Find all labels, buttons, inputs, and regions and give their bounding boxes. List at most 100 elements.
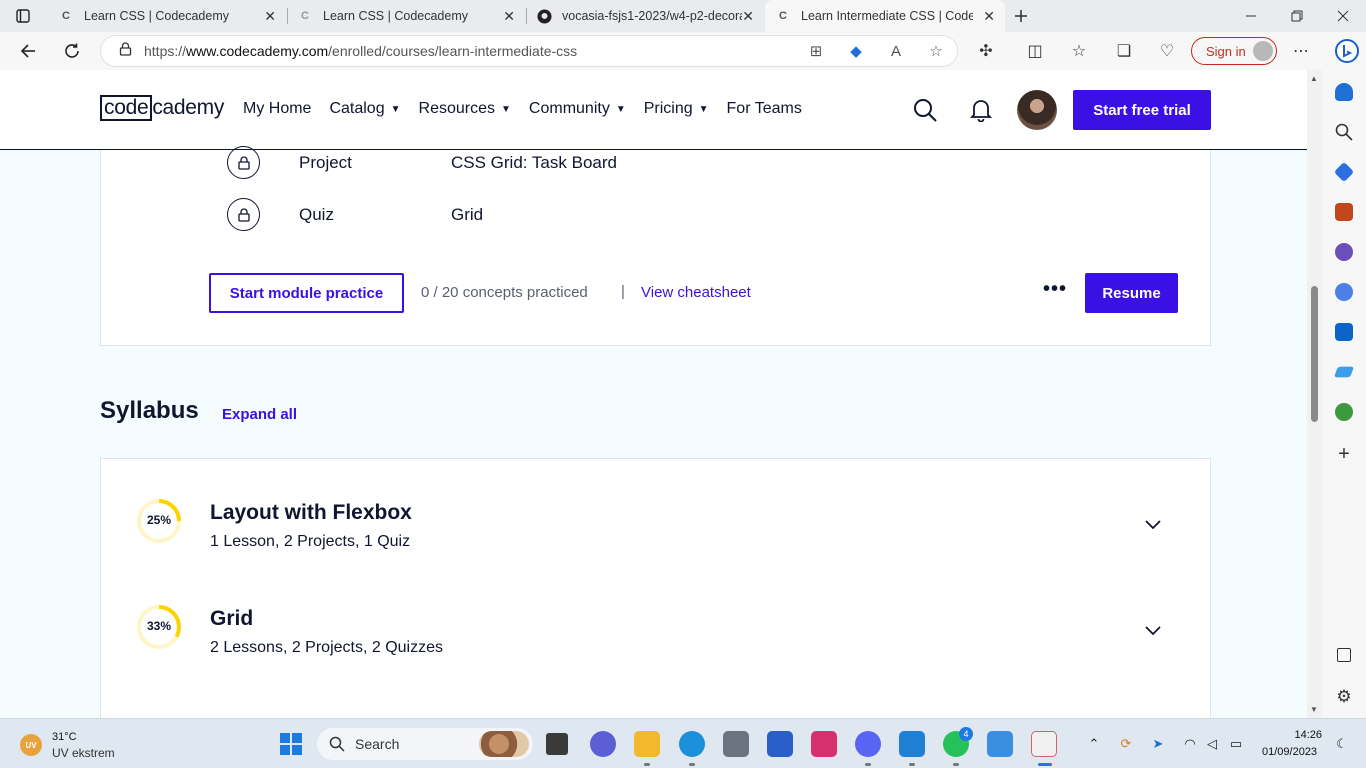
search-icon[interactable] — [1335, 123, 1353, 141]
sidebar-toggle-icon[interactable] — [1337, 648, 1351, 662]
close-icon[interactable]: ✕ — [983, 8, 995, 25]
nav-community[interactable]: Community ▼ — [529, 100, 626, 118]
tree-drop-icon[interactable] — [1335, 403, 1353, 421]
module-item-row[interactable]: Quiz Grid — [227, 198, 483, 231]
instagram-icon[interactable] — [811, 731, 837, 757]
browser-tab-4-active[interactable]: C Learn Intermediate CSS | Codeca ✕ — [765, 0, 1005, 32]
refresh-icon[interactable] — [58, 37, 86, 65]
browser-tab-2[interactable]: C Learn CSS | Codecademy ✕ — [287, 0, 525, 32]
tools-briefcase-icon[interactable] — [1335, 203, 1353, 221]
add-icon[interactable]: + — [1335, 444, 1353, 464]
battery-icon[interactable]: ▭ — [1228, 736, 1244, 752]
window-close-icon[interactable] — [1320, 0, 1366, 32]
windows-taskbar: UV 31°C UV ekstrem Search 4 ⌃ ⟳ ➤ ◠ ◁ ▭ … — [0, 718, 1366, 768]
new-tab-icon[interactable] — [998, 0, 1044, 32]
clock-date[interactable]: 01/09/2023 — [1262, 746, 1317, 758]
sign-in-button[interactable]: Sign in — [1191, 37, 1277, 65]
view-cheatsheet-link[interactable]: View cheatsheet — [641, 284, 751, 301]
progress-percent: 25% — [146, 513, 172, 527]
favorites-icon[interactable]: ☆ — [1069, 41, 1089, 61]
bing-copilot-icon[interactable] — [1334, 38, 1360, 64]
sync-icon[interactable]: ⟳ — [1118, 736, 1134, 752]
microsoft365-icon[interactable] — [1335, 283, 1353, 301]
module-item-name: Grid — [451, 204, 484, 224]
tab-actions-icon[interactable] — [0, 0, 46, 32]
chevron-down-icon[interactable] — [1144, 624, 1162, 636]
chevron-down-icon[interactable] — [1144, 518, 1162, 530]
browser-tab-3[interactable]: vocasia-fsjs1-2023/w4-p2-decora ✕ — [526, 0, 764, 32]
page-scrollbar[interactable]: ▲ ▼ — [1307, 70, 1322, 718]
vscode-icon[interactable] — [899, 731, 925, 757]
weather-description[interactable]: UV ekstrem — [52, 746, 115, 760]
snipping-tool-icon[interactable] — [1031, 731, 1057, 757]
notification-bell-icon[interactable] — [969, 98, 993, 122]
nav-pricing[interactable]: Pricing ▼ — [644, 100, 709, 118]
close-icon[interactable]: ✕ — [742, 8, 754, 25]
camera-icon[interactable] — [723, 731, 749, 757]
lock-icon[interactable] — [119, 41, 132, 61]
weather-temperature[interactable]: 31°C — [52, 731, 77, 743]
outlook-icon[interactable] — [1335, 323, 1353, 341]
close-icon[interactable]: ✕ — [503, 8, 515, 25]
search-label: Search — [355, 736, 400, 752]
url-text: https://www.codecademy.com/enrolled/cour… — [144, 43, 578, 59]
extensions-icon[interactable]: ✣ — [976, 41, 996, 61]
photos-editor-icon[interactable] — [987, 731, 1013, 757]
settings-more-icon[interactable]: ⋯ — [1291, 41, 1311, 61]
scroll-down-icon[interactable]: ▼ — [1310, 705, 1318, 714]
collections-icon[interactable]: ❏ — [1114, 41, 1134, 61]
coupon-tag-icon[interactable]: ◆ — [847, 42, 865, 60]
url-field[interactable]: https://www.codecademy.com/enrolled/cour… — [100, 35, 958, 67]
start-free-trial-button[interactable]: Start free trial — [1073, 90, 1211, 130]
favorite-star-icon[interactable]: ☆ — [927, 42, 945, 60]
apps-icon[interactable]: ⊞ — [807, 42, 825, 60]
search-icon[interactable] — [913, 98, 937, 122]
taskbar-search[interactable]: Search — [317, 728, 533, 760]
notifications-bell-icon[interactable] — [1335, 83, 1353, 101]
windows-start-icon[interactable] — [280, 733, 302, 755]
volume-icon[interactable]: ◁ — [1204, 736, 1220, 752]
microsoft-store-icon[interactable] — [767, 731, 793, 757]
minimize-icon[interactable] — [1228, 0, 1274, 32]
nav-label: Pricing — [643, 100, 693, 117]
send-telegram-icon[interactable] — [1333, 366, 1355, 378]
syllabus-module-grid[interactable]: 33% Grid 2 Lessons, 2 Projects, 2 Quizze… — [101, 604, 1212, 674]
nav-for-teams[interactable]: For Teams — [727, 100, 802, 118]
syllabus-module-flexbox[interactable]: 25% Layout with Flexbox 1 Lesson, 2 Proj… — [101, 498, 1212, 568]
scroll-thumb[interactable] — [1311, 286, 1318, 422]
resume-button[interactable]: Resume — [1085, 273, 1178, 313]
profile-avatar-icon — [1253, 41, 1273, 61]
discord-icon[interactable] — [855, 731, 881, 757]
edge-browser-icon[interactable] — [679, 731, 705, 757]
start-module-practice-button[interactable]: Start module practice — [209, 273, 404, 313]
read-aloud-icon[interactable]: A — [887, 42, 905, 60]
nav-my-home[interactable]: My Home — [243, 100, 311, 118]
more-options-icon[interactable]: ••• — [1043, 278, 1067, 301]
nav-catalog[interactable]: Catalog ▼ — [329, 100, 400, 118]
expand-all-button[interactable]: Expand all — [222, 406, 297, 423]
user-avatar[interactable] — [1017, 90, 1057, 130]
scroll-up-icon[interactable]: ▲ — [1310, 74, 1318, 83]
caret-down-icon: ▼ — [615, 103, 626, 115]
shopping-tag-icon[interactable] — [1333, 161, 1355, 183]
teams-chat-icon[interactable] — [590, 731, 616, 757]
module-item-row[interactable]: Project CSS Grid: Task Board — [227, 146, 617, 179]
settings-gear-icon[interactable]: ⚙ — [1335, 688, 1353, 706]
codecademy-logo[interactable]: code cademy — [100, 95, 224, 121]
telegram-tray-icon[interactable]: ➤ — [1150, 736, 1166, 752]
restore-icon[interactable] — [1274, 0, 1320, 32]
moon-notification-icon[interactable]: ☾ — [1334, 736, 1350, 752]
task-view-icon[interactable] — [546, 733, 568, 755]
close-icon[interactable]: ✕ — [264, 8, 276, 25]
browser-essentials-icon[interactable]: ♡ — [1157, 41, 1177, 61]
games-icon[interactable] — [1335, 243, 1353, 261]
wifi-icon[interactable]: ◠ — [1182, 736, 1198, 752]
split-screen-icon[interactable]: ◫ — [1025, 41, 1045, 61]
back-icon[interactable] — [14, 37, 42, 65]
chevron-up-icon[interactable]: ⌃ — [1086, 736, 1102, 752]
file-explorer-icon[interactable] — [634, 731, 660, 757]
clock-time[interactable]: 14:26 — [1292, 729, 1322, 741]
nav-resources[interactable]: Resources ▼ — [419, 100, 511, 118]
browser-tab-1[interactable]: C Learn CSS | Codecademy ✕ — [48, 0, 286, 32]
weather-uv-icon[interactable]: UV — [20, 734, 42, 756]
